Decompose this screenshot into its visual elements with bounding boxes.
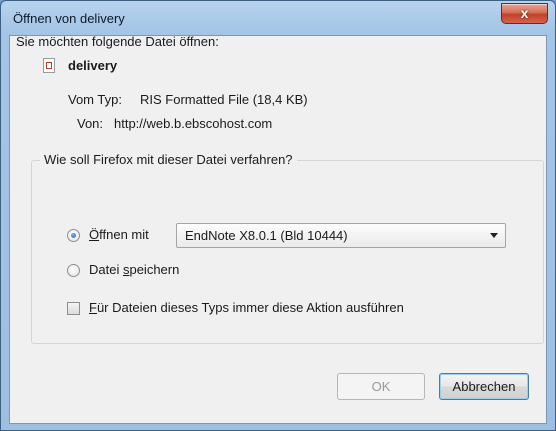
window-title: Öffnen von delivery <box>13 11 125 26</box>
save-file-label-rest: peichern <box>129 262 180 277</box>
application-select-value: EndNote X8.0.1 (Bld 10444) <box>185 228 348 243</box>
action-group-legend: Wie soll Firefox mit dieser Datei verfah… <box>40 152 297 167</box>
open-with-label-text: ffnen mit <box>99 227 149 242</box>
radio-selected-dot <box>71 233 76 238</box>
open-with-label[interactable]: Öffnen mit <box>89 227 149 242</box>
action-groupbox <box>31 160 544 344</box>
file-source-label: Von: <box>77 116 104 131</box>
dialog-prompt: Sie möchten folgende Datei öffnen: <box>16 34 219 49</box>
file-type-value: RIS Formatted File (18,4 KB) <box>140 92 308 107</box>
save-file-radio[interactable] <box>67 264 80 277</box>
remember-action-accel: F <box>89 300 97 315</box>
ok-button[interactable]: OK <box>337 373 425 400</box>
remember-action-label[interactable]: Für Dateien dieses Typs immer diese Akti… <box>89 300 404 315</box>
close-button[interactable]: x <box>501 3 548 24</box>
cancel-button[interactable]: Abbrechen <box>439 373 529 400</box>
ris-file-icon <box>43 58 55 73</box>
save-file-label-pre: Datei <box>89 262 123 277</box>
remember-action-label-text: ür Dateien dieses Typs immer diese Aktio… <box>96 300 404 315</box>
file-source-value: http://web.b.ebscohost.com <box>114 116 273 131</box>
save-file-label[interactable]: Datei speichern <box>89 262 179 277</box>
file-icon-mark <box>46 62 52 69</box>
chevron-down-icon[interactable] <box>490 233 498 238</box>
close-icon: x <box>520 5 529 21</box>
application-select[interactable]: EndNote X8.0.1 (Bld 10444) <box>176 223 506 248</box>
open-with-radio[interactable] <box>67 229 80 242</box>
remember-action-checkbox[interactable] <box>67 302 80 315</box>
file-type-label: Vom Typ: <box>68 92 122 107</box>
open-with-accel: Ö <box>89 227 100 242</box>
title-bar[interactable]: Öffnen von delivery x <box>1 1 555 35</box>
file-name: delivery <box>68 58 118 73</box>
